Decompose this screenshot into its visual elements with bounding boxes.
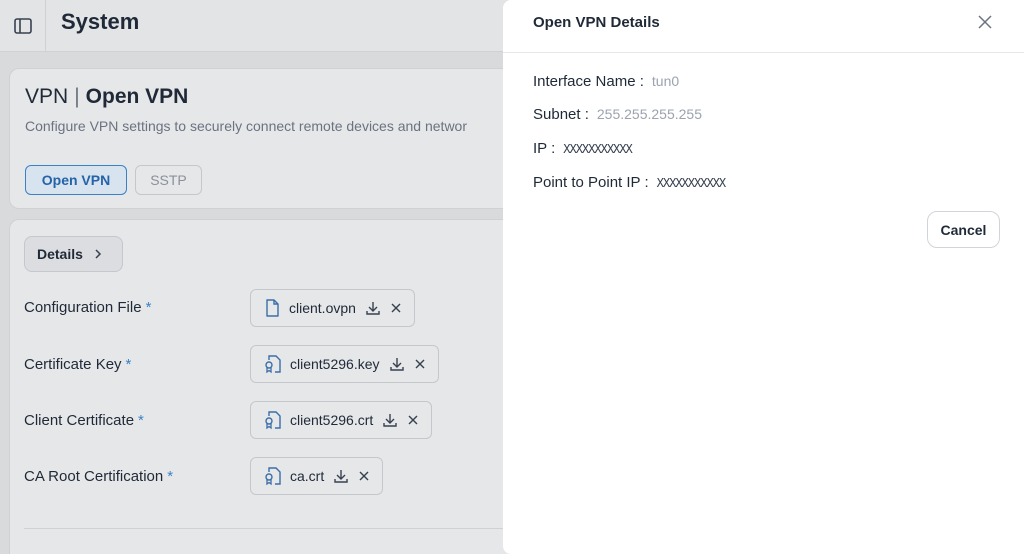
ip-value: XXXXXXXXXXX — [563, 142, 632, 156]
point-to-point-ip-value: XXXXXXXXXXX — [656, 176, 726, 190]
configuration-file-chip: client.ovpn — [250, 289, 415, 327]
subnet-value: 255.255.255.255 — [596, 106, 702, 122]
configuration-file-label: Configuration File * — [24, 299, 151, 316]
download-icon[interactable] — [365, 300, 381, 316]
remove-icon[interactable] — [390, 302, 402, 314]
sidebar-toggle-button[interactable] — [0, 0, 46, 52]
certificate-icon — [264, 466, 281, 486]
close-icon — [978, 15, 992, 29]
field-label-text: Configuration File — [24, 299, 142, 316]
certificate-key-chip: client5296.key — [250, 345, 439, 383]
chevron-right-icon — [95, 249, 101, 259]
cancel-button[interactable]: Cancel — [927, 211, 1000, 248]
page-title: System — [61, 9, 140, 34]
required-marker: * — [125, 356, 132, 373]
ip-label: IP : — [533, 140, 556, 157]
file-name: client.ovpn — [289, 300, 356, 316]
subnet-label: Subnet : — [533, 106, 589, 123]
interface-name-label: Interface Name : — [533, 73, 644, 90]
sidebar-toggle-icon — [13, 18, 32, 34]
file-name: client5296.crt — [290, 412, 374, 428]
point-to-point-ip-row: Point to Point IP : XXXXXXXXXXX — [533, 174, 726, 191]
remove-icon[interactable] — [407, 414, 419, 426]
remove-icon[interactable] — [414, 358, 426, 370]
file-name: client5296.key — [290, 356, 380, 372]
file-name: ca.crt — [290, 468, 325, 484]
certificate-icon — [264, 354, 281, 374]
download-icon[interactable] — [382, 412, 398, 428]
vpn-description: Configure VPN settings to securely conne… — [25, 118, 468, 134]
certificate-key-label: Certificate Key * — [24, 356, 131, 373]
interface-name-value: tun0 — [651, 73, 680, 89]
subnet-row: Subnet : 255.255.255.255 — [533, 106, 702, 123]
vpn-heading-separator: | — [74, 85, 80, 108]
vpn-heading-type: Open VPN — [85, 85, 189, 108]
client-certificate-label: Client Certificate * — [24, 412, 144, 429]
ip-row: IP : XXXXXXXXXXX — [533, 140, 633, 157]
interface-name-row: Interface Name : tun0 — [533, 73, 679, 90]
vpn-details-card: Details Configuration File * client.ovpn … — [9, 219, 529, 554]
field-label-text: Client Certificate — [24, 412, 135, 429]
field-label-text: Certificate Key — [24, 356, 122, 373]
vpn-header-card: VPN | Open VPN Configure VPN settings to s… — [9, 68, 529, 209]
close-button[interactable] — [975, 12, 995, 32]
certificate-icon — [264, 410, 281, 430]
download-icon[interactable] — [389, 356, 405, 372]
required-marker: * — [138, 412, 144, 429]
ca-root-certification-label: CA Root Certification * — [24, 468, 173, 485]
point-to-point-ip-label: Point to Point IP : — [533, 174, 649, 191]
tab-sstp[interactable]: SSTP — [135, 165, 202, 195]
required-marker: * — [167, 468, 174, 485]
ca-root-certification-chip: ca.crt — [250, 457, 384, 495]
download-icon[interactable] — [333, 468, 349, 484]
vpn-heading-section: VPN — [25, 85, 69, 108]
tab-open-vpn[interactable]: Open VPN — [25, 165, 127, 195]
drawer-header: Open VPN Details — [503, 0, 1024, 53]
required-marker: * — [145, 299, 152, 316]
file-icon — [264, 299, 280, 317]
drawer-title: Open VPN Details — [533, 14, 660, 31]
client-certificate-chip: client5296.crt — [250, 401, 433, 439]
field-label-text: CA Root Certification — [24, 468, 164, 485]
details-button-label: Details — [37, 246, 83, 262]
section-divider — [24, 528, 524, 529]
remove-icon[interactable] — [358, 470, 370, 482]
vpn-heading: VPN | Open VPN — [25, 85, 188, 109]
details-button[interactable]: Details — [24, 236, 123, 272]
open-vpn-details-drawer: Open VPN Details Interface Name : tun0 Su… — [503, 0, 1024, 554]
